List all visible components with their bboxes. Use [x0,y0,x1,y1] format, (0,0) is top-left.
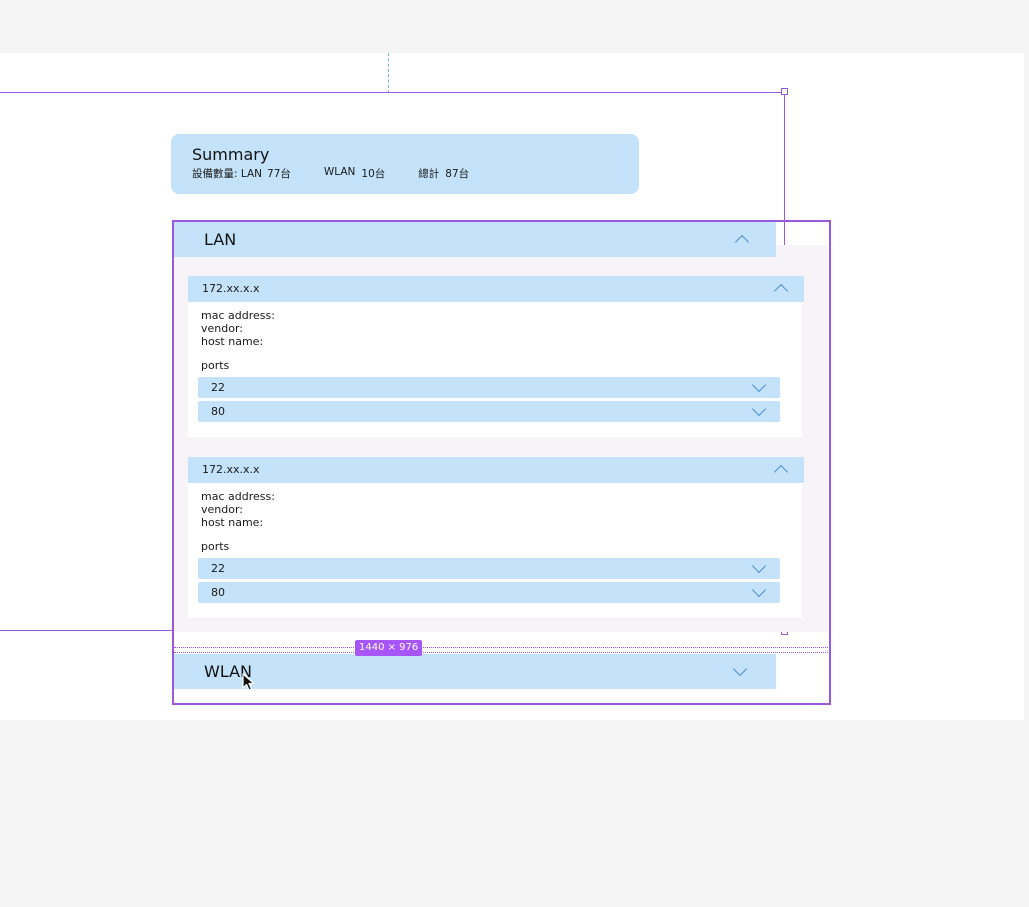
accordion-selection-frame[interactable] [172,220,831,705]
lan-count: 77台 [267,168,291,180]
mouse-pointer-icon [242,673,255,691]
total-count: 87台 [445,168,470,180]
summary-stats: 設備數量: LAN 77台 WLAN 10台 總計 87台 [192,166,639,181]
dimension-badge: 1440 × 976 [355,640,423,656]
resize-handle-top-right[interactable] [781,88,788,95]
wlan-label: WLAN [323,166,356,178]
vertical-guide [388,53,389,93]
total-label: 總計 [418,168,440,180]
wlan-count: 10台 [361,168,386,180]
summary-title: Summary [192,145,270,164]
device-count-label: 設備數量: LAN [192,168,263,180]
summary-card: Summary 設備數量: LAN 77台 WLAN 10台 總計 87台 [171,134,639,194]
